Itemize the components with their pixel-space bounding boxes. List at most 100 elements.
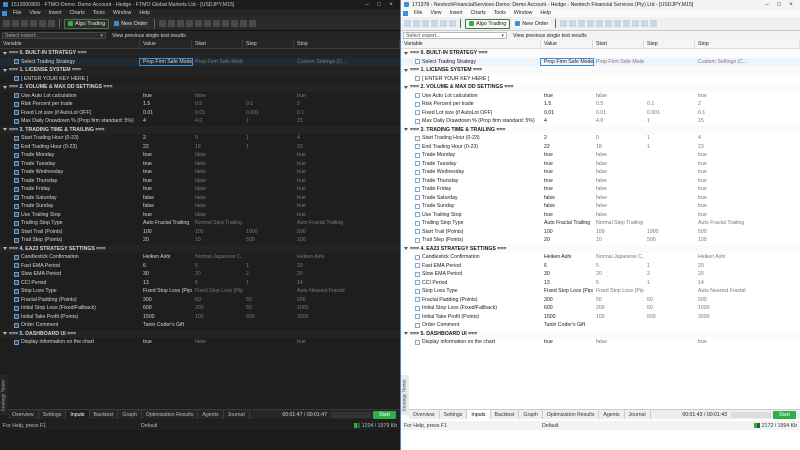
value-cell[interactable]: 300	[140, 297, 192, 303]
value-cell[interactable]: 20	[541, 237, 593, 243]
value-cell[interactable]: false	[140, 195, 192, 201]
tab-backtest[interactable]: Backtest	[491, 410, 520, 419]
value-cell[interactable]: true	[541, 152, 593, 158]
stop-cell[interactable]: true	[695, 195, 800, 201]
start-cell[interactable]: 100	[593, 314, 644, 320]
step-cell[interactable]: 1000	[243, 229, 294, 235]
optimize-checkbox[interactable]	[415, 161, 420, 167]
menu-window[interactable]: Window	[510, 10, 536, 16]
stop-cell[interactable]: Auto Fractal Trailing	[294, 220, 400, 226]
start-cell[interactable]: 18	[192, 144, 243, 150]
optimize-checkbox[interactable]	[415, 212, 420, 218]
input-row[interactable]: Display information on the chart true fals…	[0, 338, 400, 347]
stop-cell[interactable]: true	[294, 212, 400, 218]
optimize-checkbox[interactable]	[14, 152, 19, 158]
value-cell[interactable]: Heiken Ashi	[541, 254, 593, 260]
column-value[interactable]: Value	[541, 40, 593, 48]
start-button[interactable]: Start	[373, 410, 396, 419]
start-cell[interactable]: false	[192, 93, 243, 99]
stop-cell[interactable]: Auto Nearest Fractal	[695, 288, 800, 294]
optimize-checkbox[interactable]	[415, 186, 420, 192]
start-cell[interactable]: false	[593, 161, 644, 167]
value-cell[interactable]: true	[541, 169, 593, 175]
stop-cell[interactable]: 500	[695, 229, 800, 235]
start-cell[interactable]: Prop Firm Safe Mode	[593, 59, 644, 65]
stop-cell[interactable]: Custom Settings (C...	[294, 59, 400, 65]
tab-journal[interactable]: Journal	[224, 410, 250, 419]
value-cell[interactable]: Auto Fractal Trailing	[541, 220, 593, 226]
start-cell[interactable]: Normal Japanese C...	[192, 254, 243, 260]
menu-window[interactable]: Window	[109, 10, 135, 16]
collapse-icon[interactable]	[404, 51, 408, 55]
stop-cell[interactable]: true	[695, 339, 800, 345]
value-cell[interactable]: 1500	[541, 314, 593, 320]
tab-graph[interactable]: Graph	[519, 410, 543, 419]
menu-tools[interactable]: Tools	[89, 10, 109, 16]
tab-inputs[interactable]: Inputs	[66, 410, 90, 419]
stop-cell[interactable]: true	[695, 186, 800, 192]
start-cell[interactable]: false	[593, 93, 644, 99]
value-cell[interactable]: 22	[541, 144, 593, 150]
optimize-checkbox[interactable]	[415, 76, 420, 82]
optimize-checkbox[interactable]	[14, 254, 19, 260]
step-cell[interactable]: 2	[644, 271, 695, 277]
stop-cell[interactable]: 500	[294, 297, 400, 303]
input-row[interactable]: Trade Thursday true false true	[401, 177, 800, 186]
start-cell[interactable]: false	[192, 186, 243, 192]
stop-cell[interactable]: true	[695, 93, 800, 99]
optimize-checkbox[interactable]	[415, 229, 420, 235]
section-header[interactable]: === 0. BUILT-IN STRATEGY ===	[0, 49, 400, 58]
start-cell[interactable]: 50	[593, 297, 644, 303]
optimize-checkbox[interactable]	[14, 297, 19, 303]
optimize-checkbox[interactable]	[14, 212, 19, 218]
input-row[interactable]: Max Daily Drawdown % (Prop firm standard…	[0, 117, 400, 126]
input-row[interactable]: Max Daily Drawdown % (Prop firm standard…	[401, 117, 800, 126]
input-row[interactable]: Risk Percent per trade 1.5 0.5 0.1 2	[401, 100, 800, 109]
periods-icon[interactable]	[641, 20, 649, 27]
tab-overview[interactable]: Overview	[409, 410, 440, 419]
start-cell[interactable]: 20	[593, 271, 644, 277]
start-cell[interactable]: 5	[593, 280, 644, 286]
value-cell[interactable]: 30	[140, 271, 192, 277]
optimize-checkbox[interactable]	[415, 169, 420, 175]
input-row[interactable]: Initial Take Profit (Points) 1500 100 500 30…	[0, 313, 400, 322]
input-row[interactable]: Display information on the chart true fals…	[401, 338, 800, 347]
input-row[interactable]: Trail Step (Points) 20 10 500 100	[0, 236, 400, 245]
chart-line-icon[interactable]	[177, 20, 185, 27]
step-cell[interactable]: 1	[644, 118, 695, 124]
templates-icon[interactable]	[650, 20, 658, 27]
start-cell[interactable]: 5	[192, 263, 243, 269]
optimize-checkbox[interactable]	[14, 203, 19, 209]
tab-agents[interactable]: Agents	[599, 410, 625, 419]
section-header[interactable]: === 2. VOLUME & MAX DD SETTINGS ===	[0, 83, 400, 92]
zoom-in-icon[interactable]	[186, 20, 194, 27]
input-row[interactable]: Fixed Lot size (if AutoLot OFF) 0.01 0.01 0…	[0, 109, 400, 118]
column-stop[interactable]: Stop	[695, 40, 800, 48]
step-cell[interactable]: 1	[243, 263, 294, 269]
chart-shift-icon[interactable]	[623, 20, 631, 27]
tester-icon[interactable]	[449, 20, 456, 27]
value-cell[interactable]: 100	[140, 229, 192, 235]
tab-overview[interactable]: Overview	[8, 410, 39, 419]
stop-cell[interactable]: 2	[294, 101, 400, 107]
navigator-icon[interactable]	[431, 20, 438, 27]
step-cell[interactable]: 1	[644, 144, 695, 150]
stop-cell[interactable]: true	[695, 161, 800, 167]
step-cell[interactable]: 0.001	[644, 110, 695, 116]
stop-cell[interactable]: 100	[695, 237, 800, 243]
input-row[interactable]: Fixed Lot size (if AutoLot OFF) 0.01 0.01 0…	[401, 109, 800, 118]
step-cell[interactable]: 500	[644, 237, 695, 243]
value-cell[interactable]: true	[541, 339, 593, 345]
input-row[interactable]: Order Comment Tanin Coder's Gift	[0, 321, 400, 330]
stop-cell[interactable]: 20	[695, 271, 800, 277]
optimize-checkbox[interactable]	[415, 101, 420, 107]
collapse-icon[interactable]	[404, 247, 408, 251]
input-row[interactable]: Order Comment Tanin Coder's Gift	[401, 321, 800, 330]
optimize-checkbox[interactable]	[415, 195, 420, 201]
stop-cell[interactable]: true	[695, 178, 800, 184]
optimize-checkbox[interactable]	[415, 237, 420, 243]
input-row[interactable]: Initial Stop Loss (Fixed/Fallback) 600 200…	[0, 304, 400, 313]
value-cell[interactable]: true	[140, 339, 192, 345]
view-previous-results-link[interactable]: View previous single test results	[112, 33, 186, 39]
input-row[interactable]: Start Trading Hour (0-23) 2 0 1 4	[0, 134, 400, 143]
